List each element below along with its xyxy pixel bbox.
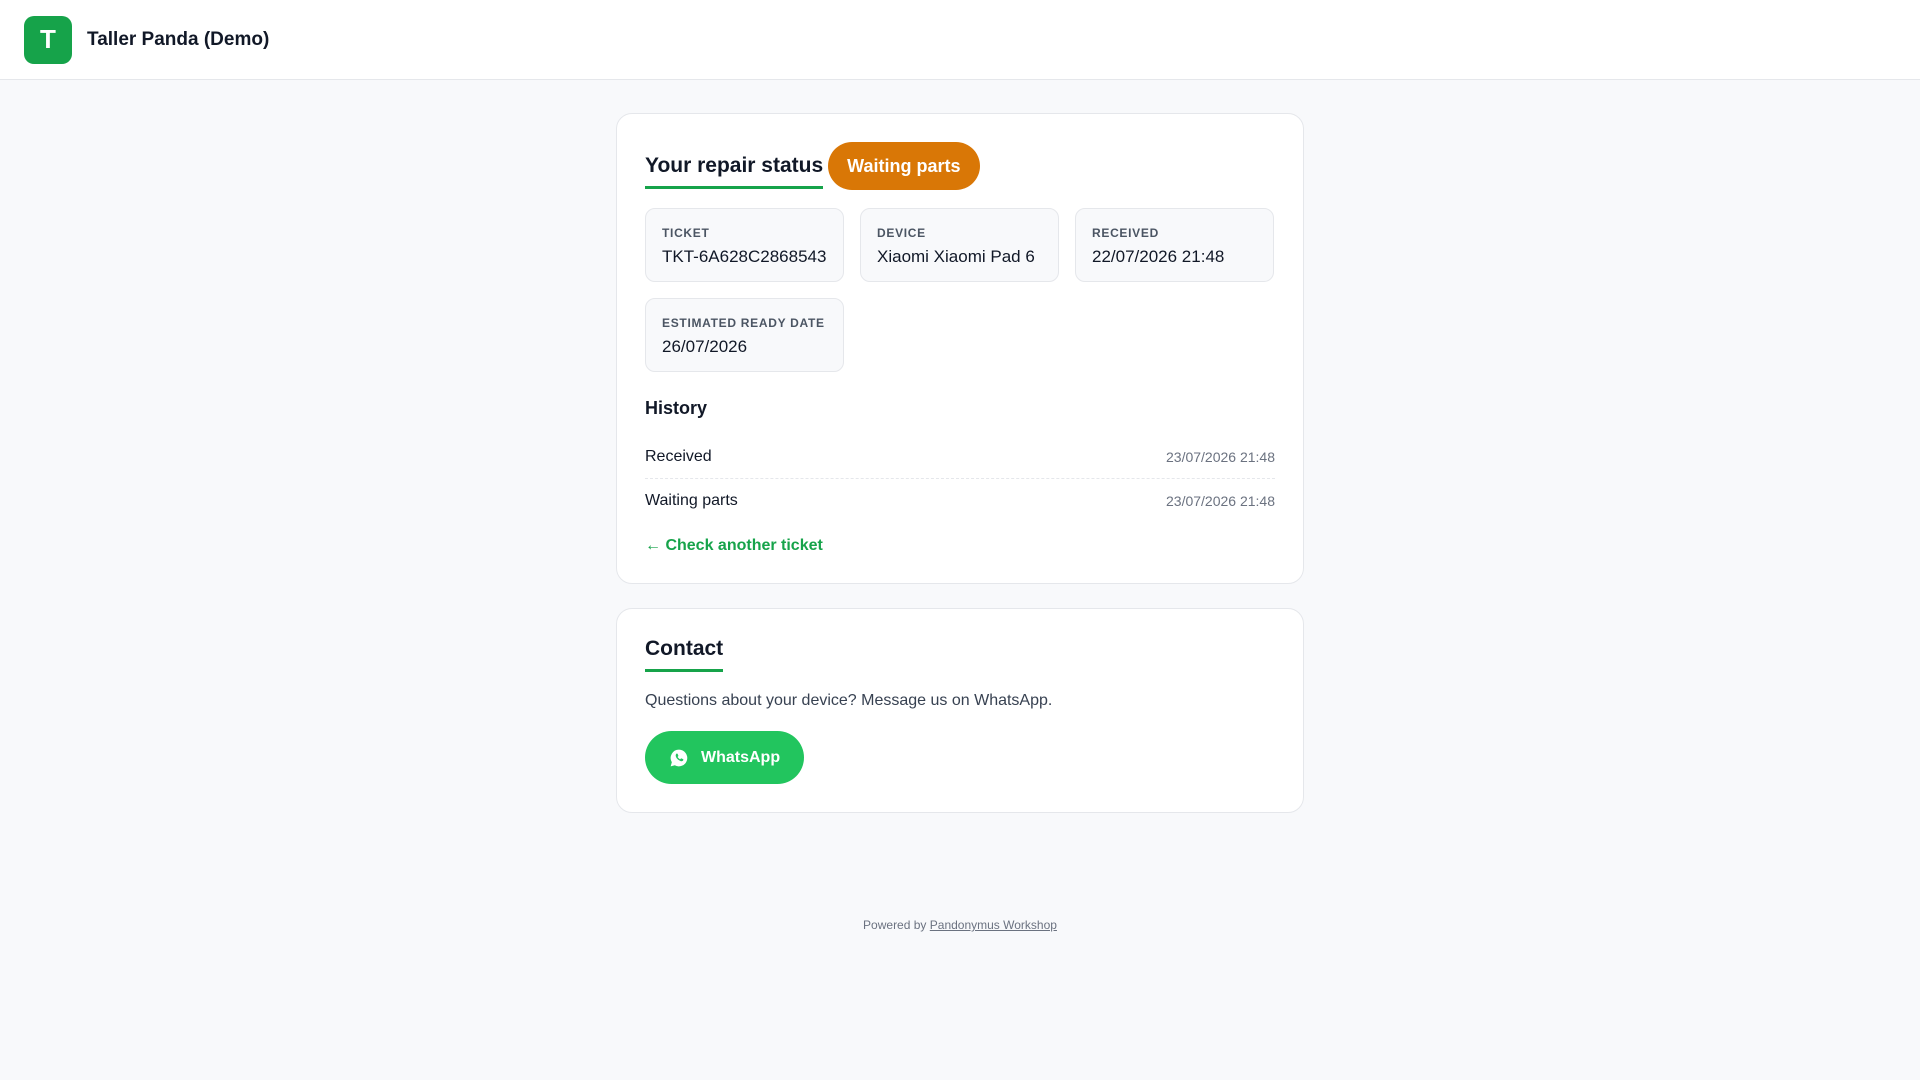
estimated-ready-date: 26/07/2026 xyxy=(662,337,748,356)
received-info: RECEIVED 22/07/2026 21:48 xyxy=(1075,208,1274,282)
info-label: DEVICE xyxy=(877,226,926,240)
history-item: Received 23/07/2026 21:48 xyxy=(645,435,1275,479)
received-date: 22/07/2026 21:48 xyxy=(1092,247,1225,266)
contact-card: Contact Questions about your device? Mes… xyxy=(616,608,1304,813)
check-another-ticket-link[interactable]: ← Check another ticket xyxy=(645,537,823,555)
history-timestamp: 23/07/2026 21:48 xyxy=(1166,493,1275,509)
history-timestamp: 23/07/2026 21:48 xyxy=(1166,448,1275,465)
history-item: Waiting parts 23/07/2026 21:48 xyxy=(645,479,1275,523)
top-bar: T Taller Panda (Demo) xyxy=(0,0,1920,80)
repair-status-card: Your repair status Waiting parts TICKET … xyxy=(616,113,1304,584)
ticket-info: TICKET TKT-6A628C2868543 xyxy=(645,208,844,282)
ticket-info-grid: TICKET TKT-6A628C2868543 DEVICE Xiaomi X… xyxy=(645,208,1275,372)
info-label: TICKET xyxy=(662,226,710,240)
history-list: Received 23/07/2026 21:48 Waiting parts … xyxy=(645,435,1275,523)
info-label: ESTIMATED READY DATE xyxy=(662,316,825,330)
history-title: History xyxy=(645,398,708,418)
pandonymus-workshop-link[interactable]: Pandonymus Workshop xyxy=(930,918,1057,932)
contact-text: Questions about your device? Message us … xyxy=(645,692,1053,709)
status-header: Your repair status Waiting parts xyxy=(645,142,1275,190)
device-name: Xiaomi Xiaomi Pad 6 xyxy=(877,247,1035,266)
ticket-number: TKT-6A628C2868543 xyxy=(662,247,827,266)
shop-logo: T xyxy=(24,15,72,64)
status-badge: Waiting parts xyxy=(828,142,980,190)
contact-title: Contact xyxy=(645,637,724,672)
device-info: DEVICE Xiaomi Xiaomi Pad 6 xyxy=(860,208,1059,282)
main-content: Your repair status Waiting parts TICKET … xyxy=(616,113,1304,932)
whatsapp-button[interactable]: WhatsApp xyxy=(645,731,805,784)
logo-letter: T xyxy=(40,24,56,54)
info-label: RECEIVED xyxy=(1092,226,1159,240)
footer-prefix: Powered by xyxy=(863,918,927,932)
page-title: Your repair status xyxy=(645,154,824,189)
whatsapp-button-label: WhatsApp xyxy=(701,748,781,766)
whatsapp-icon xyxy=(670,749,688,766)
history-status: Received xyxy=(645,447,712,465)
footer: Powered by Pandonymus Workshop xyxy=(616,918,1304,932)
estimated-ready-info: ESTIMATED READY DATE 26/07/2026 xyxy=(645,298,844,372)
shop-name: Taller Panda (Demo) xyxy=(87,28,270,50)
history-status: Waiting parts xyxy=(645,492,738,509)
